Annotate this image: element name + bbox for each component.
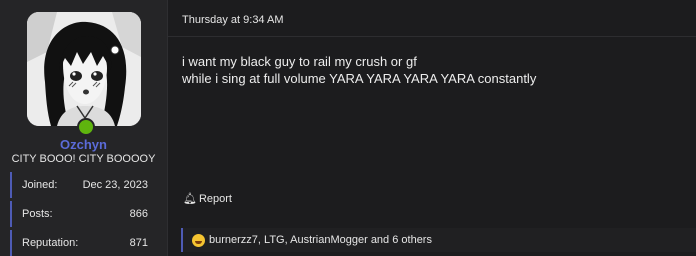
laughing-face-icon	[192, 233, 205, 247]
reaction-names[interactable]: burnerzz7, LTG, AustrianMogger and 6 oth…	[209, 234, 432, 246]
post-date[interactable]: Thursday at 9:34 AM	[182, 14, 284, 26]
post-line: i want my black guy to rail my crush or …	[182, 54, 417, 69]
stat-label: Posts:	[22, 208, 53, 220]
avatar[interactable]	[27, 12, 141, 126]
username[interactable]: Ozchyn	[0, 137, 167, 152]
stat-label: Joined:	[22, 179, 58, 191]
post-line: while i sing at full volume YARA YARA YA…	[182, 71, 537, 86]
stat-posts: Posts: 866	[10, 201, 157, 227]
avatar-wrap	[27, 12, 141, 136]
stat-value: Dec 23, 2023	[82, 179, 148, 191]
reactions-bar[interactable]: burnerzz7, LTG, AustrianMogger and 6 oth…	[181, 228, 696, 252]
avatar-image	[27, 12, 141, 126]
stat-value: 866	[129, 208, 148, 220]
stat-reputation: Reputation: 871	[10, 230, 157, 256]
stat-joined: Joined: Dec 23, 2023	[10, 172, 157, 198]
divider	[168, 36, 696, 37]
stat-value: 871	[129, 237, 148, 249]
forum-post: Ozchyn CITY BOOO! CITY BOOOOY Joined: De…	[0, 0, 696, 256]
stat-label: Reputation:	[22, 237, 79, 249]
user-title: CITY BOOO! CITY BOOOOY	[11, 153, 156, 165]
online-status-icon	[77, 118, 95, 136]
bell-icon: 🔔︎	[183, 193, 197, 205]
report-label: Report	[198, 192, 232, 205]
user-sidebar: Ozchyn CITY BOOO! CITY BOOOOY Joined: De…	[0, 0, 168, 256]
post-body: i want my black guy to rail my crush or …	[182, 53, 536, 87]
report-button[interactable]: 🔔︎ Report	[183, 192, 232, 206]
